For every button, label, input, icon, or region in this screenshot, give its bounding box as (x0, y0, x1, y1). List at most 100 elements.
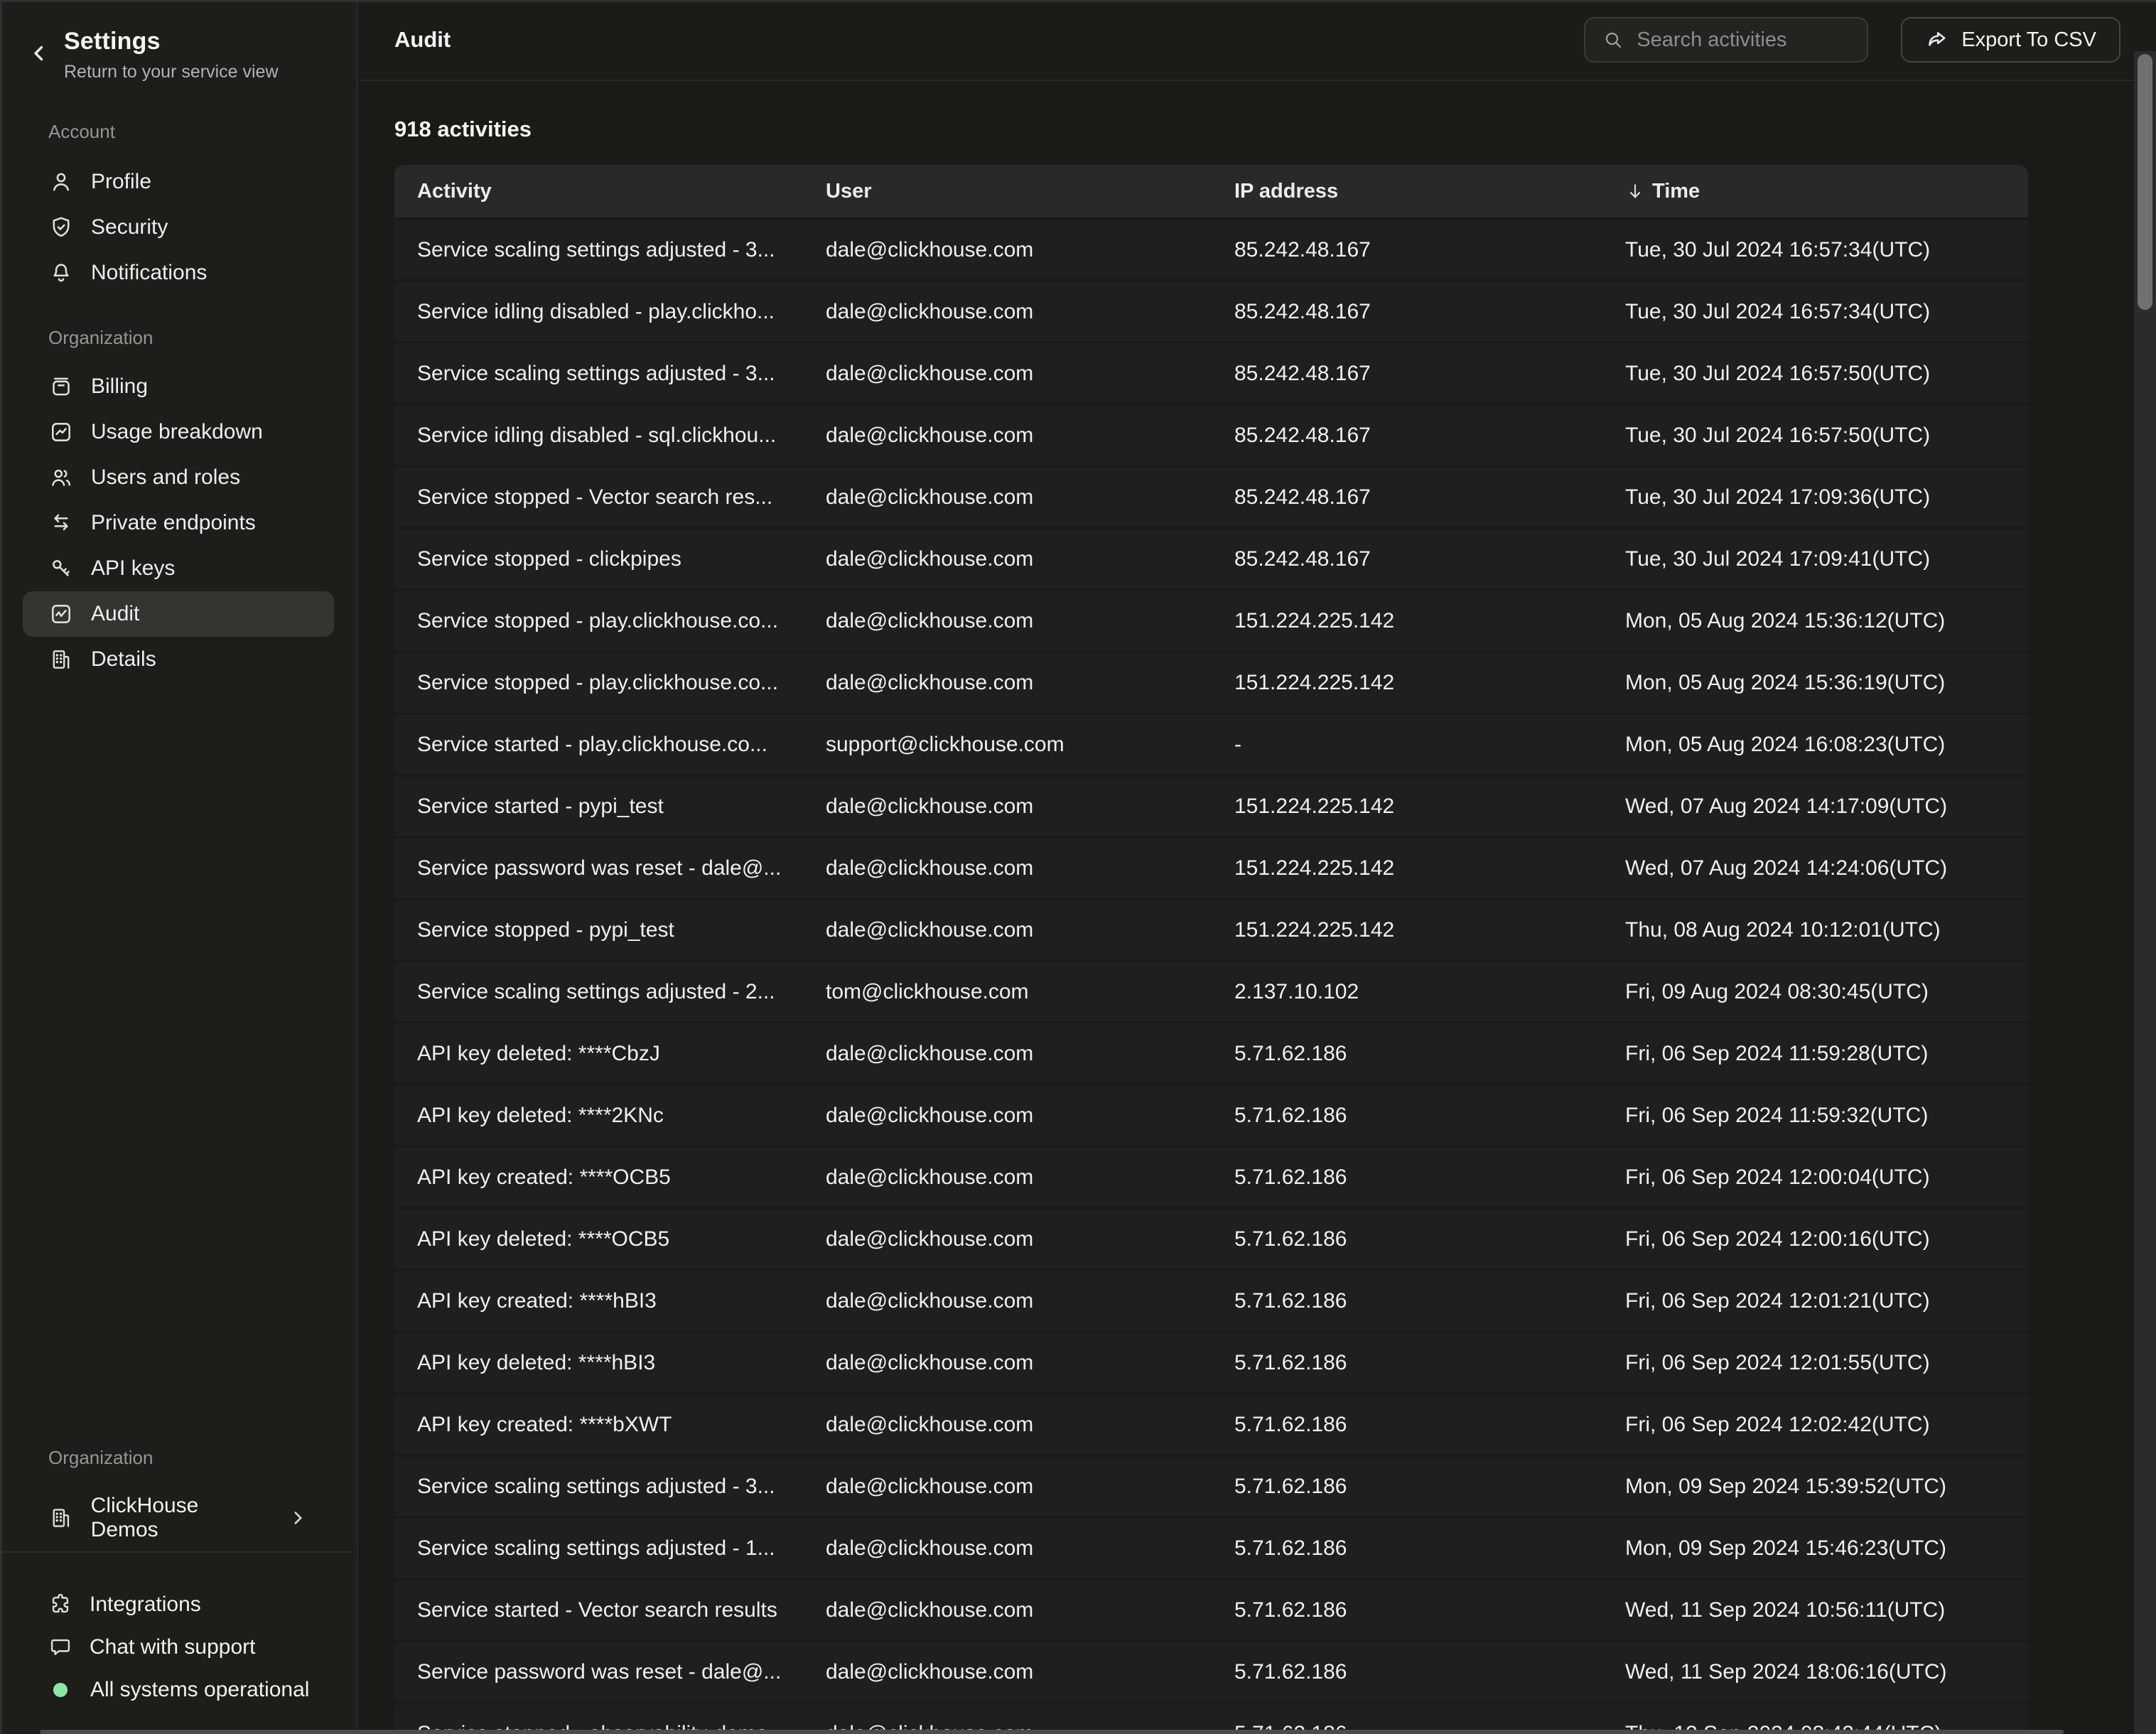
table-row[interactable]: Service idling disabled - play.clickho..… (394, 282, 2028, 341)
table-row[interactable]: API key created: ****OCB5 dale@clickhous… (394, 1148, 2028, 1207)
page-title: Audit (394, 27, 451, 53)
cell-time: Tue, 30 Jul 2024 16:57:34(UTC) (1625, 238, 2028, 262)
vertical-scrollbar-thumb[interactable] (2138, 54, 2152, 310)
table-row[interactable]: Service scaling settings adjusted - 1...… (394, 1519, 2028, 1578)
cell-time: Wed, 07 Aug 2024 14:17:09(UTC) (1625, 795, 2028, 819)
section-label-account: Account (48, 119, 357, 144)
search-box[interactable] (1584, 17, 1868, 63)
table-row[interactable]: Service password was reset - dale@... da… (394, 839, 2028, 898)
cell-time: Wed, 11 Sep 2024 18:06:16(UTC) (1625, 1660, 2028, 1684)
sidebar-item-details[interactable]: Details (0, 637, 357, 682)
cell-ip-address: 5.71.62.186 (1234, 1042, 1625, 1066)
cell-user: dale@clickhouse.com (826, 1042, 1234, 1066)
table-row[interactable]: Service stopped - clickpipes dale@clickh… (394, 529, 2028, 588)
cell-activity: API key deleted: ****OCB5 (417, 1227, 826, 1251)
export-to-csv-button[interactable]: Export To CSV (1901, 17, 2120, 63)
table-row[interactable]: Service stopped - Vector search res... d… (394, 468, 2028, 527)
table-row[interactable]: Service stopped - play.clickhouse.co... … (394, 653, 2028, 712)
cell-activity: Service scaling settings adjusted - 3... (417, 362, 826, 386)
cell-user: dale@clickhouse.com (826, 300, 1234, 324)
cell-user: dale@clickhouse.com (826, 238, 1234, 262)
sidebar-item-notifications[interactable]: Notifications (0, 250, 357, 296)
sidebar-item-security[interactable]: Security (0, 205, 357, 250)
cell-activity: Service started - Vector search results (417, 1598, 826, 1622)
sidebar-item-integrations[interactable]: Integrations (0, 1582, 355, 1627)
table-row[interactable]: Service scaling settings adjusted - 3...… (394, 220, 2028, 279)
sidebar-item-usage-breakdown[interactable]: Usage breakdown (0, 409, 357, 455)
table-row[interactable]: Service scaling settings adjusted - 2...… (394, 962, 2028, 1021)
search-input[interactable] (1637, 28, 1853, 52)
cell-time: Fri, 06 Sep 2024 11:59:28(UTC) (1625, 1042, 2028, 1066)
cell-user: dale@clickhouse.com (826, 795, 1234, 819)
org-switcher-name: ClickHouse Demos (91, 1494, 271, 1542)
cell-time: Wed, 07 Aug 2024 14:24:06(UTC) (1625, 856, 2028, 881)
sidebar-item-label: Security (91, 215, 168, 240)
sidebar-item-label: Users and roles (91, 465, 240, 490)
table-row[interactable]: Service scaling settings adjusted - 3...… (394, 1457, 2028, 1516)
back-chevron-left-icon[interactable] (27, 41, 51, 65)
key-icon (48, 556, 74, 581)
cell-user: dale@clickhouse.com (826, 1536, 1234, 1561)
table-row[interactable]: Service password was reset - dale@... da… (394, 1642, 2028, 1701)
cell-user: dale@clickhouse.com (826, 424, 1234, 448)
sidebar-item-label: Private endpoints (91, 510, 256, 536)
sidebar-item-billing[interactable]: Billing (0, 364, 357, 409)
cell-ip-address: 85.242.48.167 (1234, 362, 1625, 386)
sidebar-item-label: Usage breakdown (91, 419, 263, 445)
cell-ip-address: 151.224.225.142 (1234, 795, 1625, 819)
sidebar-item-users-and-roles[interactable]: Users and roles (0, 455, 357, 500)
sidebar-subtitle[interactable]: Return to your service view (64, 60, 357, 84)
sidebar-item-api-keys[interactable]: API keys (0, 546, 357, 591)
sidebar-item-audit[interactable]: Audit (23, 591, 334, 637)
table-row[interactable]: API key created: ****bXWT dale@clickhous… (394, 1395, 2028, 1454)
table-row[interactable]: Service idling disabled - sql.clickhou..… (394, 406, 2028, 465)
table-row[interactable]: Service scaling settings adjusted - 3...… (394, 344, 2028, 403)
cell-user: dale@clickhouse.com (826, 1351, 1234, 1375)
table-row[interactable]: API key created: ****hBI3 dale@clickhous… (394, 1271, 2028, 1330)
cell-user: support@clickhouse.com (826, 733, 1234, 757)
sidebar-item-profile[interactable]: Profile (0, 159, 357, 205)
org-switcher-clickhouse-demos[interactable]: ClickHouse Demos (0, 1495, 355, 1541)
export-arrow-icon (1925, 28, 1949, 52)
cell-time: Tue, 30 Jul 2024 17:09:36(UTC) (1625, 485, 2028, 510)
sidebar-bottom: Organization ClickHouse Demos Integratio… (0, 1436, 355, 1734)
table-row[interactable]: Service stopped - pypi_test dale@clickho… (394, 900, 2028, 959)
user-icon (48, 169, 74, 195)
chevron-right-icon (287, 1507, 308, 1529)
sidebar-header: Settings Return to your service view (0, 0, 357, 84)
cell-ip-address: 5.71.62.186 (1234, 1660, 1625, 1684)
cell-time: Thu, 08 Aug 2024 10:12:01(UTC) (1625, 918, 2028, 942)
sort-arrow-down-icon (1625, 181, 1645, 201)
cell-ip-address: 85.242.48.167 (1234, 238, 1625, 262)
chart-square-icon (48, 419, 74, 445)
table-row[interactable]: Service started - Vector search results … (394, 1580, 2028, 1639)
table-row[interactable]: Service stopped - play.clickhouse.co... … (394, 591, 2028, 650)
section-label-organization-switcher: Organization (48, 1445, 153, 1470)
table-row[interactable]: Service started - pypi_test dale@clickho… (394, 777, 2028, 836)
table-row[interactable]: API key deleted: ****hBI3 dale@clickhous… (394, 1333, 2028, 1392)
vertical-scrollbar-track[interactable] (2134, 51, 2156, 1734)
column-header-activity: Activity (417, 180, 826, 203)
cell-user: dale@clickhouse.com (826, 362, 1234, 386)
search-icon (1602, 29, 1624, 50)
table-row[interactable]: API key deleted: ****CbzJ dale@clickhous… (394, 1024, 2028, 1083)
audit-table: Activity User IP address Time Service s (394, 165, 2028, 1734)
table-row[interactable]: API key deleted: ****2KNc dale@clickhous… (394, 1086, 2028, 1145)
cell-time: Fri, 06 Sep 2024 12:00:16(UTC) (1625, 1227, 2028, 1251)
table-row[interactable]: Service started - play.clickhouse.co... … (394, 715, 2028, 774)
cell-ip-address: 85.242.48.167 (1234, 300, 1625, 324)
topbar-actions: Export To CSV (1584, 17, 2120, 63)
cell-time: Fri, 06 Sep 2024 12:02:42(UTC) (1625, 1413, 2028, 1437)
cell-activity: Service scaling settings adjusted - 3... (417, 238, 826, 262)
cell-activity: Service scaling settings adjusted - 2... (417, 980, 826, 1004)
cell-user: dale@clickhouse.com (826, 1227, 1234, 1251)
sidebar-item-private-endpoints[interactable]: Private endpoints (0, 500, 357, 546)
users-icon (48, 465, 74, 490)
sidebar-item-system-status[interactable]: All systems operational (0, 1667, 355, 1713)
column-header-time[interactable]: Time (1625, 180, 2028, 203)
table-row[interactable]: API key deleted: ****OCB5 dale@clickhous… (394, 1210, 2028, 1269)
topbar: Audit Export To CSV (360, 0, 2156, 81)
sidebar-item-chat-with-support[interactable]: Chat with support (0, 1625, 355, 1670)
cell-user: dale@clickhouse.com (826, 609, 1234, 633)
cell-user: dale@clickhouse.com (826, 1598, 1234, 1622)
